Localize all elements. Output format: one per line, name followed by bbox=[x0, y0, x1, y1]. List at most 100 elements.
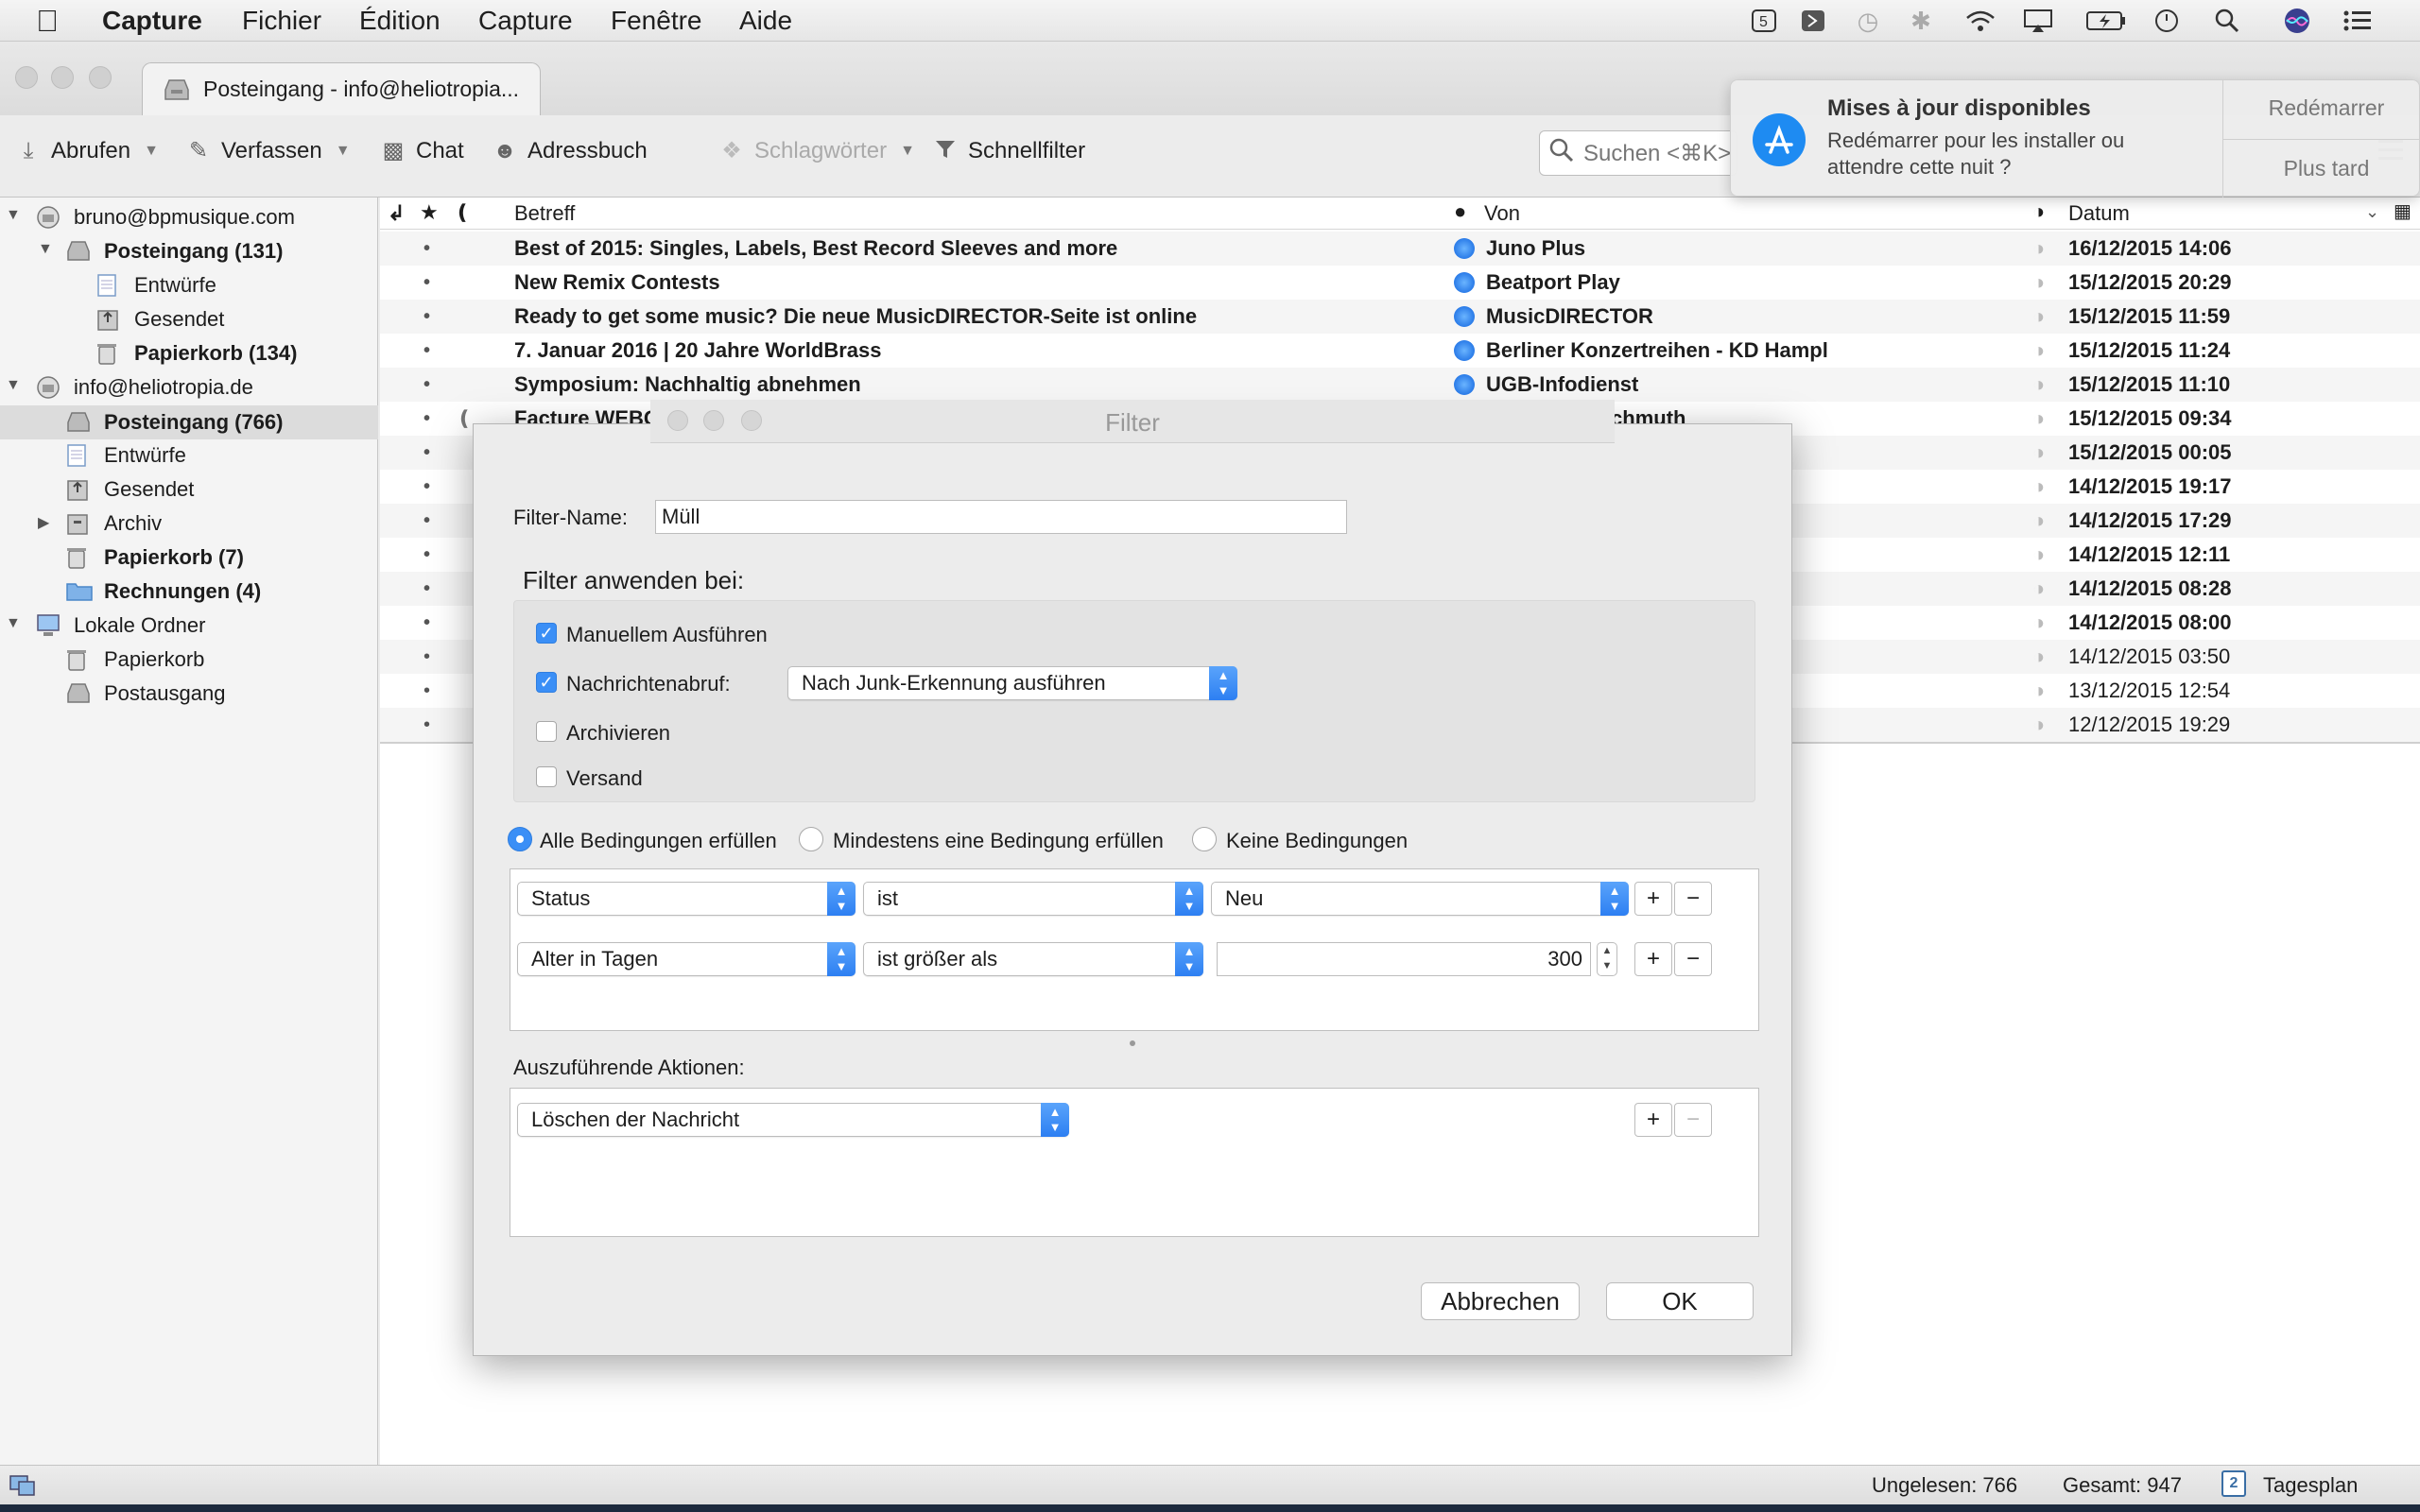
account-heliotropia[interactable]: info@heliotropia.de bbox=[36, 371, 253, 404]
read-status-dot-icon[interactable]: • bbox=[424, 232, 430, 266]
fetch-checkbox[interactable]: ✓ bbox=[536, 672, 557, 693]
quick-filter-button[interactable]: Schnellfilter bbox=[932, 132, 1085, 170]
calendar-icon[interactable]: 2 bbox=[2221, 1470, 2246, 1497]
condition-1-field-select[interactable]: Status ▲ ▼ bbox=[517, 882, 856, 916]
table-row[interactable]: • Symposium: Nachhaltig abnehmen UGB-Infod… bbox=[380, 368, 2420, 402]
read-status-dot-icon[interactable]: • bbox=[424, 402, 430, 436]
sort-chevron-icon[interactable]: ⌄ bbox=[2365, 202, 2379, 222]
action-select[interactable]: Löschen der Nachricht ▲ ▼ bbox=[517, 1103, 1069, 1137]
table-row[interactable]: • 7. Januar 2016 | 20 Jahre WorldBrass Ber… bbox=[380, 334, 2420, 368]
unread-star-icon[interactable] bbox=[1454, 238, 1475, 259]
later-button[interactable]: Plus tard bbox=[2241, 156, 2411, 181]
menu-edition[interactable]: Édition bbox=[359, 0, 441, 42]
junk-status-icon[interactable]: ◑ bbox=[2032, 708, 2045, 742]
table-row[interactable]: • Best of 2015: Singles, Labels, Best Rec… bbox=[380, 232, 2420, 266]
junk-status-icon[interactable]: ◑ bbox=[2032, 606, 2045, 640]
chat-button[interactable]: ▩ Chat bbox=[380, 132, 464, 170]
attachment-column-icon[interactable]: ❪ bbox=[454, 200, 471, 225]
remove-action-button[interactable]: − bbox=[1674, 1103, 1712, 1137]
junk-column-icon[interactable]: ◑ bbox=[2032, 199, 2045, 224]
local-folders[interactable]: Lokale Ordner bbox=[36, 610, 205, 642]
add-condition-button[interactable]: + bbox=[1634, 882, 1672, 916]
folder-inbox-bruno[interactable]: Posteingang (131) bbox=[66, 235, 283, 267]
script-icon[interactable] bbox=[1798, 6, 1828, 36]
battery-icon[interactable] bbox=[2085, 6, 2127, 36]
folder-archive-heliotropia[interactable]: Archiv bbox=[66, 507, 162, 540]
send-checkbox[interactable] bbox=[536, 766, 557, 787]
restart-button[interactable]: Redémarrer bbox=[2241, 95, 2411, 121]
unread-star-icon[interactable] bbox=[1454, 340, 1475, 361]
remove-condition-button[interactable]: − bbox=[1674, 942, 1712, 976]
search-input[interactable]: Suchen <⌘K> bbox=[1539, 130, 1737, 176]
folder-outbox-local[interactable]: Postausgang bbox=[66, 678, 225, 710]
tab-inbox[interactable]: Posteingang - info@heliotropia... bbox=[142, 62, 541, 117]
disclosure-triangle-icon[interactable]: ▼ bbox=[6, 377, 21, 394]
disclosure-triangle-icon[interactable]: ▼ bbox=[38, 241, 53, 258]
match-all-radio[interactable] bbox=[508, 827, 532, 851]
read-status-dot-icon[interactable]: • bbox=[424, 640, 430, 674]
folder-invoices-heliotropia[interactable]: Rechnungen (4) bbox=[66, 576, 261, 608]
cancel-button[interactable]: Abbrechen bbox=[1421, 1282, 1580, 1320]
remove-condition-button[interactable]: − bbox=[1674, 882, 1712, 916]
unread-star-icon[interactable] bbox=[1454, 272, 1475, 293]
column-from[interactable]: Von bbox=[1484, 201, 1520, 226]
unread-column-icon[interactable]: ● bbox=[1454, 199, 1466, 224]
offline-status-icon[interactable] bbox=[9, 1473, 36, 1503]
time-machine-icon[interactable]: ◷ bbox=[1853, 6, 1883, 36]
junk-status-icon[interactable]: ◑ bbox=[2032, 436, 2045, 470]
folder-drafts-bruno[interactable]: Entwürfe bbox=[96, 269, 216, 301]
notification-center-icon[interactable] bbox=[2342, 6, 2373, 36]
minimize-button[interactable] bbox=[51, 66, 74, 89]
disclosure-triangle-icon[interactable]: ▼ bbox=[6, 615, 21, 632]
read-status-dot-icon[interactable]: • bbox=[424, 538, 430, 572]
junk-status-icon[interactable]: ◑ bbox=[2032, 368, 2045, 402]
column-picker-icon[interactable]: ▦ bbox=[2394, 199, 2411, 223]
days-stepper[interactable]: ▲ ▼ bbox=[1597, 942, 1617, 976]
read-status-dot-icon[interactable]: • bbox=[424, 708, 430, 742]
condition-1-operator-select[interactable]: ist ▲ ▼ bbox=[863, 882, 1203, 916]
chevron-down-icon[interactable]: ▼ bbox=[336, 143, 351, 160]
menu-capture[interactable]: Capture bbox=[478, 0, 573, 42]
zoom-button[interactable] bbox=[89, 66, 112, 89]
tags-button[interactable]: ❖ Schlagwörter ▼ bbox=[718, 132, 915, 170]
junk-status-icon[interactable]: ◑ bbox=[2032, 300, 2045, 334]
menu-aide[interactable]: Aide bbox=[739, 0, 792, 42]
junk-status-icon[interactable]: ◑ bbox=[2032, 470, 2045, 504]
add-condition-button[interactable]: + bbox=[1634, 942, 1672, 976]
folder-trash-bruno[interactable]: Papierkorb (134) bbox=[96, 337, 297, 369]
manual-run-checkbox[interactable]: ✓ bbox=[536, 623, 557, 644]
add-action-button[interactable]: + bbox=[1634, 1103, 1672, 1137]
column-subject[interactable]: Betreff bbox=[514, 201, 575, 226]
menu-fenetre[interactable]: Fenêtre bbox=[611, 0, 702, 42]
match-any-radio[interactable] bbox=[799, 827, 823, 851]
condition-2-field-select[interactable]: Alter in Tagen ▲ ▼ bbox=[517, 942, 856, 976]
star-column-icon[interactable]: ★ bbox=[420, 200, 439, 225]
unread-star-icon[interactable] bbox=[1454, 374, 1475, 395]
condition-1-value-select[interactable]: Neu ▲ ▼ bbox=[1211, 882, 1629, 916]
junk-status-icon[interactable]: ◑ bbox=[2032, 402, 2045, 436]
apple-menu-icon[interactable]:  bbox=[36, 0, 59, 42]
airplay-icon[interactable] bbox=[2023, 6, 2053, 36]
menu-fichier[interactable]: Fichier bbox=[242, 0, 321, 42]
junk-status-icon[interactable]: ◑ bbox=[2032, 504, 2045, 538]
wifi-icon[interactable] bbox=[1964, 6, 1995, 36]
today-pane-toggle[interactable]: Tagesplan bbox=[2263, 1473, 2358, 1498]
disclosure-triangle-icon[interactable]: ▶ bbox=[38, 513, 49, 532]
filter-name-input[interactable]: Müll bbox=[655, 500, 1347, 534]
read-status-dot-icon[interactable]: • bbox=[424, 436, 430, 470]
column-date[interactable]: Datum bbox=[2068, 201, 2130, 226]
archive-checkbox[interactable] bbox=[536, 721, 557, 742]
read-status-dot-icon[interactable]: • bbox=[424, 504, 430, 538]
read-status-dot-icon[interactable]: • bbox=[424, 300, 430, 334]
account-bruno[interactable]: bruno@bpmusique.com bbox=[36, 201, 295, 233]
write-button[interactable]: ✎ Verfassen ▼ bbox=[185, 132, 351, 170]
folder-sent-heliotropia[interactable]: Gesendet bbox=[66, 473, 194, 506]
spotlight-search-icon[interactable] bbox=[2212, 6, 2242, 36]
junk-status-icon[interactable]: ◑ bbox=[2032, 572, 2045, 606]
read-status-dot-icon[interactable]: • bbox=[424, 606, 430, 640]
folder-inbox-heliotropia[interactable]: Posteingang (766) bbox=[66, 406, 283, 438]
disclosure-triangle-icon[interactable]: ▼ bbox=[6, 207, 21, 224]
bluetooth-icon[interactable]: ✱ bbox=[1906, 6, 1936, 36]
junk-status-icon[interactable]: ◑ bbox=[2032, 674, 2045, 708]
chevron-down-icon[interactable]: ▼ bbox=[144, 143, 159, 160]
